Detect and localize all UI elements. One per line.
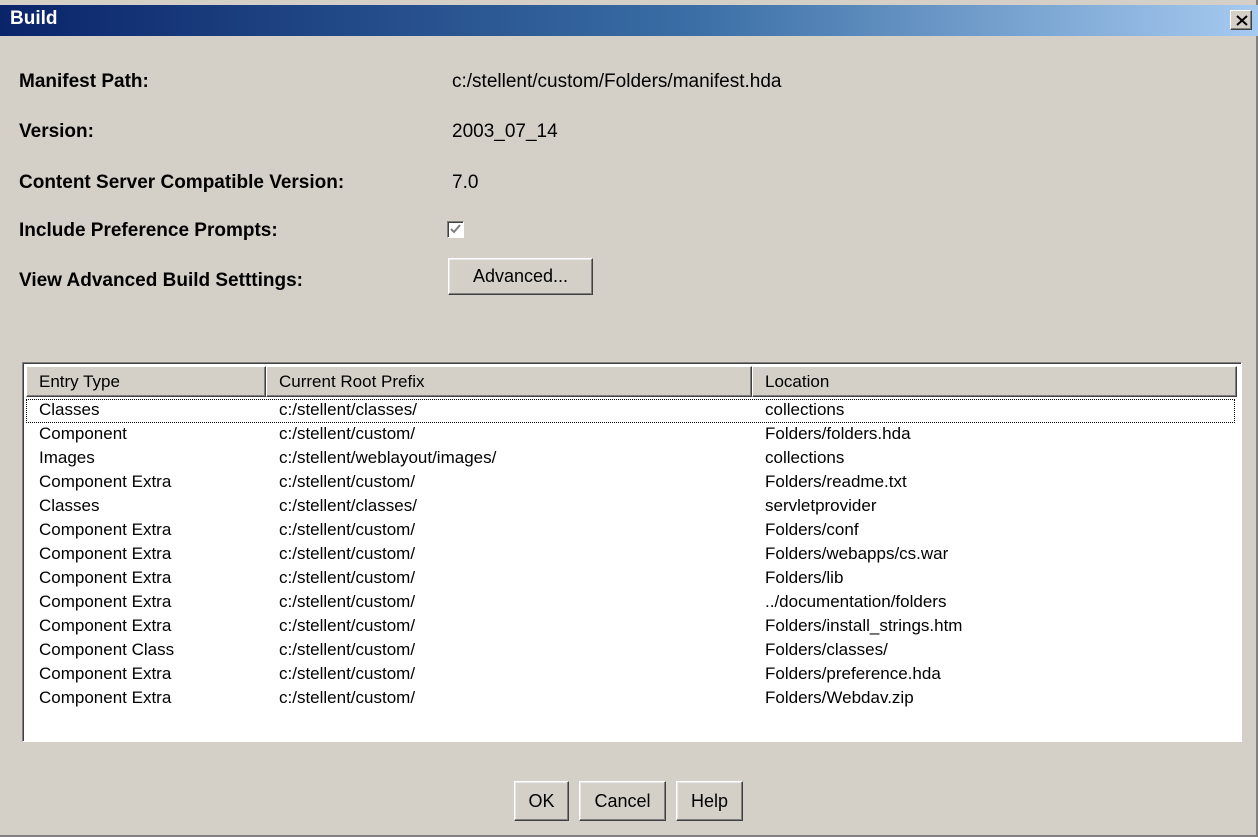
version-value: 2003_07_14 — [452, 121, 558, 142]
entry-type-cell: Component — [39, 424, 127, 443]
root-prefix-cell: c:/stellent/classes/ — [279, 496, 417, 515]
close-button[interactable] — [1230, 10, 1252, 30]
help-button[interactable]: Help — [676, 781, 743, 821]
column-header-location[interactable]: Location — [752, 366, 1237, 397]
table-row[interactable]: Component Extra c:/stellent/custom/Folder… — [26, 519, 1235, 543]
entry-type-cell: Component Extra — [39, 544, 172, 563]
root-prefix-cell: c:/stellent/custom/ — [279, 520, 416, 539]
close-icon — [1236, 15, 1248, 26]
table-row[interactable]: Component Extra c:/stellent/custom/Folder… — [26, 687, 1235, 711]
build-dialog: Build Manifest Path: c:/stellent/custom/… — [0, 0, 1258, 837]
manifest-path-label: Manifest Path: — [19, 71, 149, 92]
root-prefix-cell: c:/stellent/custom/ — [279, 424, 416, 443]
location-cell: Folders/folders.hda — [765, 424, 911, 443]
compatible-version-value: 7.0 — [452, 172, 479, 193]
table-row[interactable]: Component Extra c:/stellent/custom/Folder… — [26, 567, 1235, 591]
table-row[interactable]: Component c:/stellent/custom/Folders/fold… — [26, 423, 1235, 447]
root-prefix-cell: c:/stellent/custom/ — [279, 544, 416, 563]
table-row[interactable]: Component Extra c:/stellent/custom/Folder… — [26, 615, 1235, 639]
entry-type-cell: Component Extra — [39, 664, 172, 683]
version-label: Version: — [19, 121, 94, 142]
manifest-path-value: c:/stellent/custom/Folders/manifest.hda — [452, 71, 782, 92]
entry-type-cell: Component Extra — [39, 520, 172, 539]
title-bar[interactable]: Build — [0, 5, 1258, 36]
location-cell: Folders/classes/ — [765, 640, 888, 659]
table-row[interactable]: Component Class c:/stellent/custom/Folder… — [26, 639, 1235, 663]
table-row[interactable]: Component Extra c:/stellent/custom/ ../doc… — [26, 591, 1235, 615]
compatible-version-label: Content Server Compatible Version: — [19, 172, 345, 193]
entry-type-cell: Classes — [39, 496, 100, 515]
preference-prompts-label: Include Preference Prompts: — [19, 220, 278, 241]
entry-type-cell: Images — [39, 448, 95, 467]
location-cell: collections — [765, 400, 845, 419]
location-cell: Folders/readme.txt — [765, 472, 907, 491]
location-cell: Folders/webapps/cs.war — [765, 544, 949, 563]
advanced-settings-label: View Advanced Build Setttings: — [19, 270, 303, 291]
table-row[interactable]: Images c:/stellent/weblayout/images/colle… — [26, 447, 1235, 471]
table-row[interactable]: Classes c:/stellent/classes/collections — [26, 399, 1235, 423]
table-row[interactable]: Component Extra c:/stellent/custom/Folder… — [26, 471, 1235, 495]
cancel-button[interactable]: Cancel — [579, 781, 666, 821]
root-prefix-cell: c:/stellent/weblayout/images/ — [279, 448, 497, 467]
entry-type-cell: Component Extra — [39, 472, 172, 491]
root-prefix-cell: c:/stellent/custom/ — [279, 472, 416, 491]
location-cell: ../documentation/folders — [765, 592, 947, 611]
root-prefix-cell: c:/stellent/custom/ — [279, 592, 416, 611]
window-title: Build — [10, 8, 58, 29]
root-prefix-cell: c:/stellent/classes/ — [279, 400, 417, 419]
checkmark-icon — [450, 224, 461, 234]
entries-table[interactable]: Entry Type Current Root Prefix Location … — [22, 362, 1242, 742]
column-header-root-prefix[interactable]: Current Root Prefix — [266, 366, 752, 397]
entry-type-cell: Component Extra — [39, 688, 172, 707]
ok-button[interactable]: OK — [514, 781, 569, 821]
entry-type-cell: Component Extra — [39, 616, 172, 635]
table-row[interactable]: Component Extra c:/stellent/custom/Folder… — [26, 543, 1235, 567]
column-header-entry-type[interactable]: Entry Type — [26, 366, 266, 397]
entry-type-cell: Component Class — [39, 640, 175, 659]
location-cell: Folders/preference.hda — [765, 664, 941, 683]
advanced-button[interactable]: Advanced... — [448, 258, 593, 295]
root-prefix-cell: c:/stellent/custom/ — [279, 640, 416, 659]
entry-type-cell: Component Extra — [39, 592, 172, 611]
root-prefix-cell: c:/stellent/custom/ — [279, 616, 416, 635]
location-cell: collections — [765, 448, 845, 467]
preference-prompts-checkbox[interactable] — [447, 221, 464, 238]
root-prefix-cell: c:/stellent/custom/ — [279, 664, 416, 683]
root-prefix-cell: c:/stellent/custom/ — [279, 688, 416, 707]
entry-type-cell: Component Extra — [39, 568, 172, 587]
table-row[interactable]: Component Extra c:/stellent/custom/Folder… — [26, 663, 1235, 687]
location-cell: Folders/lib — [765, 568, 844, 587]
location-cell: Folders/Webdav.zip — [765, 688, 914, 707]
entry-type-cell: Classes — [39, 400, 100, 419]
root-prefix-cell: c:/stellent/custom/ — [279, 568, 416, 587]
table-row[interactable]: Classes c:/stellent/classes/servletprovid… — [26, 495, 1235, 519]
location-cell: Folders/install_strings.htm — [765, 616, 963, 635]
location-cell: servletprovider — [765, 496, 877, 515]
location-cell: Folders/conf — [765, 520, 859, 539]
